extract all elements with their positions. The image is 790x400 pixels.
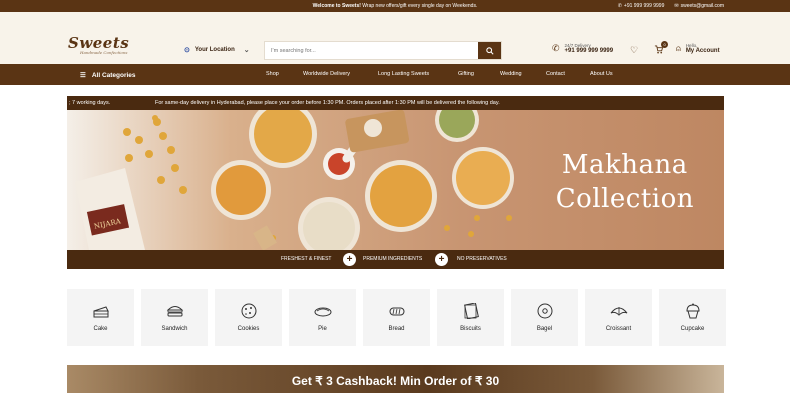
plus-icon: + — [343, 253, 356, 266]
delivery-info[interactable]: ✆ 24/7 Delivery +91 999 999 9999 — [552, 43, 613, 54]
phone-call-icon: ✆ — [552, 43, 560, 53]
search-bar — [264, 41, 502, 60]
cake-icon — [93, 306, 109, 318]
cashback-text: Get ₹ 3 Cashback! Min Order of ₹ 30 — [291, 374, 500, 388]
top-announcement-bar: Welcome to Sweets! Wrap new offers/gift … — [0, 0, 790, 12]
biscuit-icon — [463, 303, 479, 319]
bagel-icon — [537, 303, 552, 319]
nav-link-about-us[interactable]: About Us — [590, 71, 613, 77]
feature-freshest: FRESHEST & FINEST — [281, 256, 332, 262]
top-email-link[interactable]: ✉ sweets@gmail.com — [674, 3, 724, 9]
bread-icon — [389, 307, 404, 316]
pie-icon — [314, 307, 331, 317]
chevron-down-icon: ⌄ — [243, 47, 250, 54]
category-bagel[interactable]: Bagel — [511, 289, 578, 346]
nav-link-worldwide-delivery[interactable]: Worldwide Delivery — [303, 71, 378, 77]
category-biscuits[interactable]: Biscuits — [437, 289, 504, 346]
features-strip: FRESHEST & FINEST + PREMIUM INGREDIENTS … — [67, 250, 724, 269]
nav-link-wedding[interactable]: Wedding — [500, 71, 546, 77]
ticker-text-fragment: ; 7 working days. — [69, 100, 111, 106]
category-cookies[interactable]: Cookies — [215, 289, 282, 346]
nav-link-gifting[interactable]: Gifting — [458, 71, 500, 77]
category-bread[interactable]: Bread — [363, 289, 430, 346]
cart-button[interactable]: 0 — [654, 41, 669, 56]
site-header: Sweets Handmade Confections ⊙ Your Locat… — [0, 12, 790, 64]
top-phone-link[interactable]: ✆ +91 999 999 9999 — [618, 3, 665, 9]
feature-premium-ingredients: PREMIUM INGREDIENTS — [363, 256, 423, 262]
cookie-icon — [241, 303, 256, 319]
category-cake[interactable]: Cake — [67, 289, 134, 346]
site-logo[interactable]: Sweets Handmade Confections — [68, 34, 132, 60]
search-button[interactable] — [478, 42, 501, 59]
wishlist-heart-icon[interactable]: ♡ — [630, 45, 638, 56]
category-pie[interactable]: Pie — [289, 289, 356, 346]
search-input[interactable] — [265, 42, 478, 59]
croissant-icon — [610, 307, 627, 316]
cart-count-badge: 0 — [661, 41, 669, 48]
all-categories-button[interactable]: ☰ All Categories — [80, 71, 136, 80]
cupcake-icon — [685, 303, 700, 319]
cashback-promo-banner[interactable]: Get ₹ 3 Cashback! Min Order of ₹ 30 — [67, 365, 724, 393]
nav-link-contact[interactable]: Contact — [546, 71, 590, 77]
user-icon: ⍝ — [676, 43, 681, 53]
ticker-text: For same-day delivery in Hyderabad, plea… — [155, 100, 500, 106]
feature-no-preservatives: NO PRESERVATIVES — [457, 256, 507, 262]
hero-banner[interactable]: NIJARA Makhana Collection — [67, 110, 724, 250]
sandwich-icon — [166, 306, 183, 317]
category-sandwich[interactable]: Sandwich — [141, 289, 208, 346]
account-menu[interactable]: ⍝ Hello, My Account — [676, 43, 720, 54]
location-selector[interactable]: ⊙ Your Location ⌄ — [184, 46, 250, 54]
search-icon — [485, 46, 494, 55]
category-cupcake[interactable]: Cupcake — [659, 289, 726, 346]
category-list: Cake Sandwich Cookies Pie Bread Biscuits… — [67, 289, 726, 346]
plus-icon: + — [435, 253, 448, 266]
banner-title: Makhana Collection — [555, 150, 694, 214]
category-croissant[interactable]: Croissant — [585, 289, 652, 346]
hamburger-menu-icon: ☰ — [80, 72, 86, 79]
phone-icon: ✆ — [617, 3, 622, 9]
mail-icon: ✉ — [674, 3, 679, 9]
nav-link-long-lasting-sweets[interactable]: Long Lasting Sweets — [378, 71, 458, 77]
main-navigation: ☰ All Categories Shop Worldwide Delivery… — [0, 64, 790, 85]
location-pin-icon: ⊙ — [184, 47, 190, 54]
delivery-notice-ticker: ; 7 working days. For same-day delivery … — [67, 96, 724, 110]
nav-link-shop[interactable]: Shop — [266, 71, 303, 77]
